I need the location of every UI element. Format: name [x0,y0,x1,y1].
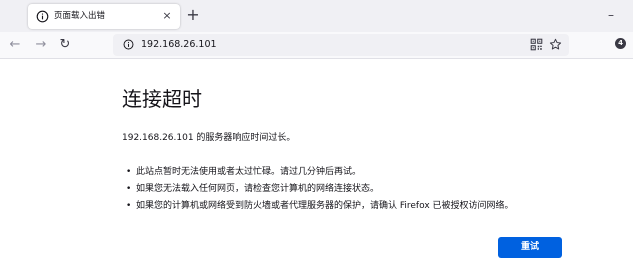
qr-code-icon[interactable] [530,38,543,51]
back-button[interactable]: ← [8,38,22,52]
list-item: 此站点暂时无法使用或者太过忙碌。请过几分钟后再试。 [126,164,514,181]
retry-button[interactable]: 重试 [498,237,562,258]
tab-bar: 页面载入出错 × + – [0,0,633,32]
list-item: 如果您的计算机或网络受到防火墙或者代理服务器的保护，请确认 Firefox 已被… [126,198,514,215]
list-item: 如果您无法载入任何网页，请检查您计算机的网络连接状态。 [126,181,514,198]
new-tab-button[interactable]: + [184,6,202,24]
error-page: 连接超时 192.168.26.101 的服务器响应时间过长。 此站点暂时无法使… [0,60,633,260]
suggestion-list: 此站点暂时无法使用或者太过忙碌。请过几分钟后再试。 如果您无法载入任何网页，请检… [126,164,514,215]
minimize-button[interactable]: – [604,8,618,22]
error-description: 192.168.26.101 的服务器响应时间过长。 [122,133,296,143]
tab-active[interactable]: 页面载入出错 × [28,4,180,29]
extension-badge-icon[interactable]: 4 [615,38,626,49]
info-icon[interactable] [123,39,134,50]
tab-close-icon[interactable]: × [161,9,173,23]
reload-button[interactable]: ↻ [58,38,72,52]
nav-bar: ← → ↻ 192.168.26.101 [0,32,633,59]
url-text[interactable]: 192.168.26.101 [141,38,217,52]
page-title: 连接超时 [122,87,202,111]
info-icon [36,10,49,23]
tab-title: 页面载入出错 [54,11,106,21]
forward-button[interactable]: → [34,38,48,52]
bookmark-star-icon[interactable] [549,38,562,51]
url-bar[interactable]: 192.168.26.101 [113,34,569,56]
